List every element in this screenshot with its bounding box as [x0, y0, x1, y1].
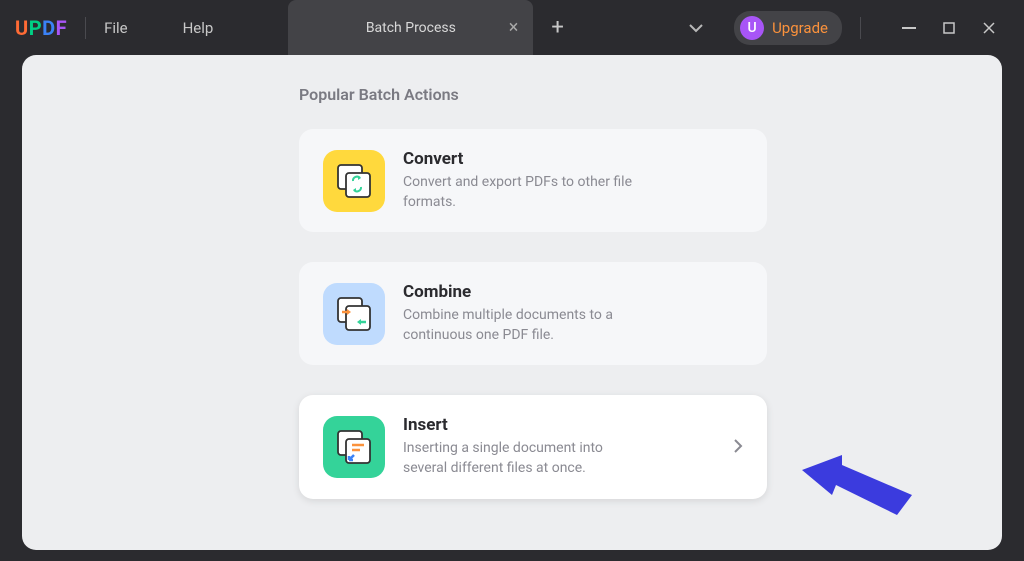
card-title: Convert [403, 149, 743, 169]
card-title: Combine [403, 282, 743, 302]
separator [860, 17, 861, 39]
action-card-convert[interactable]: Convert Convert and export PDFs to other… [299, 129, 767, 232]
action-card-insert[interactable]: Insert Inserting a single document into … [299, 395, 767, 498]
card-title: Insert [403, 415, 733, 435]
logo-letter-p: P [29, 16, 42, 40]
card-desc: Inserting a single document into several… [403, 439, 633, 478]
convert-icon [323, 150, 385, 212]
tab-area: Batch Process × + [288, 0, 563, 55]
right-controls: U Upgrade [688, 8, 1009, 48]
app-logo: U P D F [15, 16, 67, 40]
maximize-button[interactable] [929, 8, 969, 48]
logo-letter-f: F [56, 16, 67, 40]
close-button[interactable] [969, 8, 1009, 48]
upgrade-button[interactable]: U Upgrade [734, 11, 842, 45]
upgrade-label: Upgrade [772, 19, 828, 37]
close-icon[interactable]: × [509, 17, 519, 38]
avatar: U [740, 16, 764, 40]
action-card-combine[interactable]: Combine Combine multiple documents to a … [299, 262, 767, 365]
main-content: Popular Batch Actions Convert Convert an… [22, 55, 1002, 550]
tab-batch-process[interactable]: Batch Process × [288, 0, 533, 55]
card-text: Combine Combine multiple documents to a … [403, 282, 743, 345]
card-desc: Convert and export PDFs to other file fo… [403, 173, 633, 212]
menu-file[interactable]: File [104, 19, 128, 37]
logo-letter-u: U [15, 16, 29, 40]
section-container: Popular Batch Actions Convert Convert an… [299, 85, 767, 499]
card-text: Insert Inserting a single document into … [403, 415, 733, 478]
insert-icon [323, 416, 385, 478]
window-controls [889, 8, 1009, 48]
menu-help[interactable]: Help [183, 19, 214, 37]
annotation-arrow-icon [802, 455, 912, 515]
section-title: Popular Batch Actions [299, 85, 767, 104]
logo-letter-d: D [42, 16, 56, 40]
combine-icon [323, 283, 385, 345]
card-desc: Combine multiple documents to a continuo… [403, 306, 633, 345]
minimize-button[interactable] [889, 8, 929, 48]
add-tab-button[interactable]: + [551, 15, 563, 40]
card-text: Convert Convert and export PDFs to other… [403, 149, 743, 212]
chevron-down-icon[interactable] [688, 18, 704, 37]
separator [85, 17, 86, 39]
titlebar: U P D F File Help Batch Process × + U Up… [0, 0, 1024, 55]
chevron-right-icon [733, 435, 743, 459]
tab-title: Batch Process [366, 20, 456, 36]
